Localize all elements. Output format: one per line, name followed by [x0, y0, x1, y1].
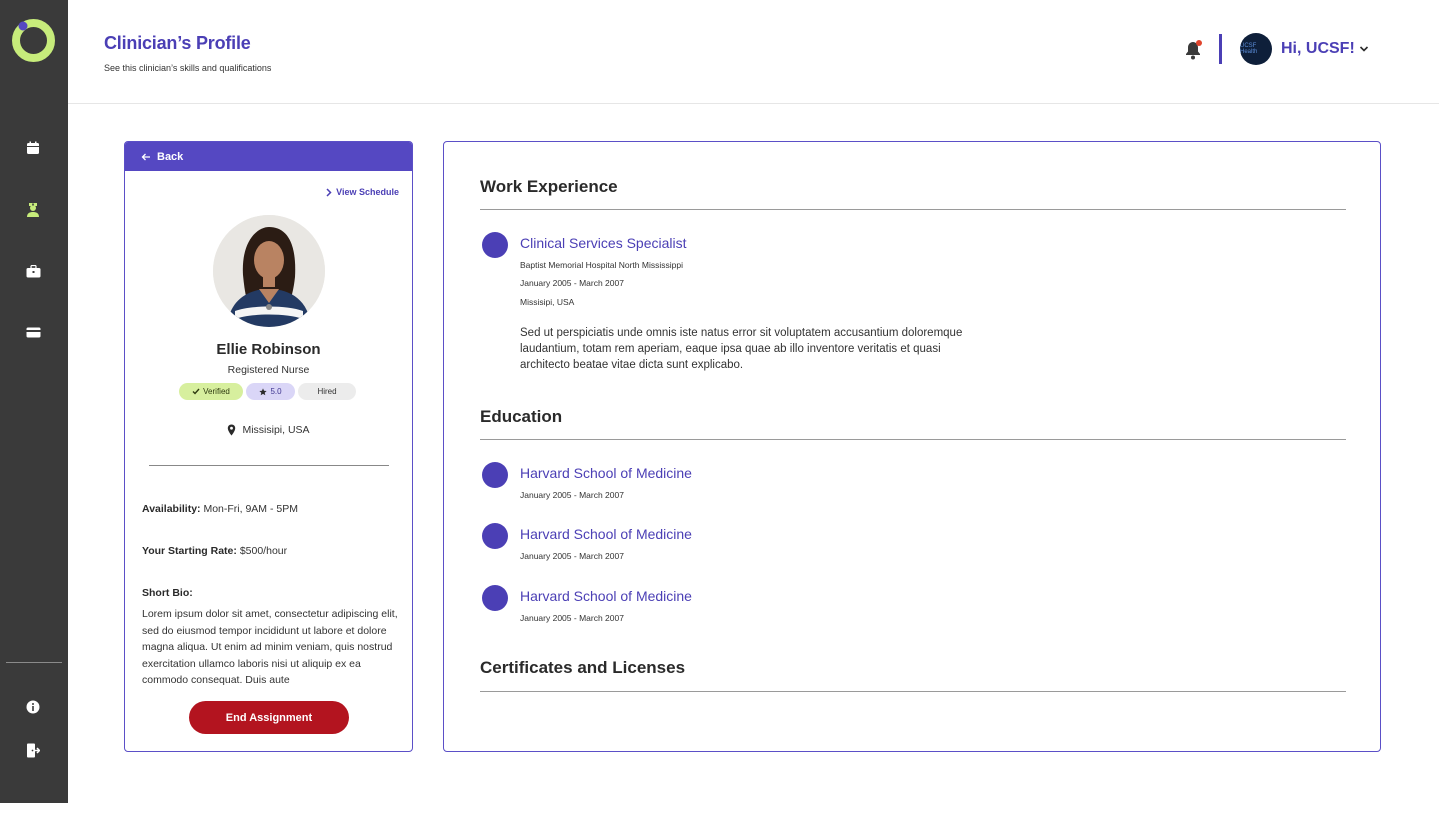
user-menu[interactable]: Hi, UCSF!	[1281, 40, 1369, 58]
work-experience-heading: Work Experience	[480, 177, 618, 196]
timeline-dot	[482, 462, 508, 488]
avatar[interactable]: UCSF Health	[1240, 33, 1272, 65]
timeline-dot	[482, 232, 508, 258]
app-logo[interactable]	[11, 18, 56, 63]
briefcase-icon[interactable]	[24, 262, 42, 280]
availability-value: Mon-Fri, 9AM - 5PM	[203, 503, 298, 515]
work-experience-rule	[480, 209, 1346, 210]
bio-text: Lorem ipsum dolor sit amet, consectetur …	[142, 608, 398, 686]
work-entry-dates: January 2005 - March 2007	[520, 278, 624, 288]
arrow-left-icon	[141, 153, 150, 160]
certificates-heading: Certificates and Licenses	[480, 658, 686, 677]
back-button[interactable]: Back	[125, 142, 412, 171]
chevron-right-icon	[326, 187, 332, 197]
nurse-icon[interactable]	[24, 200, 42, 218]
details-card: Work Experience Clinical Services Specia…	[443, 141, 1381, 752]
rate-label: Your Starting Rate:	[142, 545, 237, 557]
timeline-dot	[482, 585, 508, 611]
view-schedule-label: View Schedule	[336, 187, 399, 197]
header-divider	[1219, 34, 1222, 64]
notification-dot	[1196, 40, 1202, 46]
work-entry-organization: Baptist Memorial Hospital North Mississi…	[520, 260, 683, 270]
logout-icon[interactable]	[24, 741, 42, 759]
education-entry-title[interactable]: Harvard School of Medicine	[520, 588, 692, 604]
end-assignment-button[interactable]: End Assignment	[189, 701, 349, 734]
education-entry-dates: January 2005 - March 2007	[520, 490, 624, 500]
page-header: Clinician’s Profile See this clinician’s…	[68, 0, 1439, 104]
back-label: Back	[157, 150, 184, 163]
page-title: Clinician’s Profile	[104, 33, 251, 53]
profile-card: Back View Schedule Ellie Robinson Regist…	[124, 141, 413, 752]
education-rule	[480, 439, 1346, 440]
clinician-location: Missisipi, USA	[125, 424, 412, 436]
education-entry-title[interactable]: Harvard School of Medicine	[520, 465, 692, 481]
hired-badge: Hired	[298, 383, 356, 400]
credit-card-icon[interactable]	[24, 323, 42, 341]
check-icon	[192, 388, 200, 395]
education-entry-dates: January 2005 - March 2007	[520, 551, 624, 561]
education-entry-title[interactable]: Harvard School of Medicine	[520, 526, 692, 542]
hired-label: Hired	[317, 387, 337, 396]
rating-value: 5.0	[270, 387, 282, 396]
map-pin-icon	[228, 424, 236, 436]
calendar-icon[interactable]	[24, 139, 42, 157]
work-entry-title[interactable]: Clinical Services Specialist	[520, 235, 687, 251]
star-icon	[259, 387, 268, 395]
availability-label: Availability:	[142, 503, 201, 515]
greeting-label: Hi, UCSF!	[1281, 40, 1355, 57]
clinician-role: Registered Nurse	[227, 364, 310, 376]
education-heading: Education	[480, 407, 563, 426]
sidebar	[0, 0, 68, 803]
status-badges: Verified 5.0 Hired	[179, 383, 356, 400]
starting-rate: Your Starting Rate: $500/hour	[142, 545, 287, 557]
info-icon[interactable]	[24, 698, 42, 716]
profile-divider	[149, 465, 389, 466]
sidebar-divider	[6, 662, 62, 663]
notification-bell-icon[interactable]	[1184, 40, 1202, 60]
location-label: Missisipi, USA	[242, 424, 310, 436]
work-entry-location: Missisipi, USA	[520, 297, 575, 307]
rate-value: $500/hour	[239, 545, 288, 557]
avatar-text: UCSF Health	[1240, 43, 1258, 55]
view-schedule-link[interactable]: View Schedule	[326, 187, 399, 197]
clinician-name: Ellie Robinson	[216, 341, 321, 358]
page-subtitle: See this clinician’s skills and qualific…	[104, 63, 272, 73]
verified-badge: Verified	[179, 383, 243, 400]
rating-badge: 5.0	[246, 383, 295, 400]
timeline-dot	[482, 523, 508, 549]
education-entry-dates: January 2005 - March 2007	[520, 613, 624, 623]
work-entry-description: Sed ut perspiciatis unde omnis iste natu…	[520, 327, 963, 371]
clinician-photo	[213, 215, 325, 327]
bio-label: Short Bio:	[142, 587, 193, 599]
verified-label: Verified	[203, 387, 230, 396]
certificates-rule	[480, 691, 1346, 692]
availability: Availability: Mon-Fri, 9AM - 5PM	[142, 503, 298, 515]
chevron-down-icon	[1359, 46, 1368, 52]
